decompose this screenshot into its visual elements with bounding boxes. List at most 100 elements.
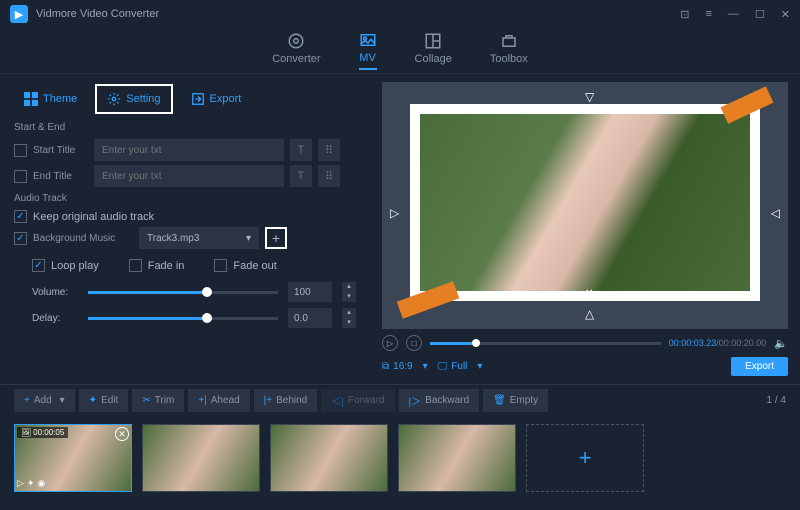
handle-bottom[interactable]: △ (585, 307, 594, 321)
fadein-label: Fade in (148, 260, 185, 272)
gear-icon (107, 92, 121, 106)
chevron-down-icon: ▾ (477, 361, 482, 372)
keep-audio-row: Keep original audio track (14, 210, 356, 223)
delay-stepper[interactable]: ▴▾ (342, 308, 356, 328)
remove-clip-button[interactable]: ✕ (115, 427, 129, 441)
loop-checkbox[interactable] (32, 259, 45, 272)
bg-music-dropdown[interactable]: Track3.mp3 ▾ (139, 227, 259, 249)
tab-label: Theme (43, 93, 77, 105)
tab-setting[interactable]: Setting (95, 84, 172, 114)
scissors-icon: ✂ (142, 395, 150, 406)
star-icon[interactable]: ✦ (27, 478, 35, 489)
end-title-label: End Title (33, 171, 88, 182)
end-title-input[interactable] (94, 165, 284, 187)
volume-slider[interactable] (88, 291, 278, 294)
feedback-icon[interactable]: ⊡ (680, 8, 689, 21)
clip-thumbnail[interactable] (270, 424, 388, 492)
bg-music-label: Background Music (33, 233, 133, 244)
close-handle[interactable]: ✕ (585, 288, 593, 299)
play-button[interactable]: ▷ (382, 335, 398, 351)
volume-stepper[interactable]: ▴▾ (342, 282, 356, 302)
delay-slider[interactable] (88, 317, 278, 320)
chevron-down-icon: ▾ (246, 233, 251, 244)
delay-value[interactable]: 0.0 (288, 308, 332, 328)
nav-toolbox[interactable]: Toolbox (490, 32, 528, 69)
text-options-button[interactable]: ⠿ (318, 139, 340, 161)
clip-toolbar: +Add▾ ✦Edit ✂Trim +|Ahead |+Behind ＜|For… (0, 384, 800, 416)
text-options-button[interactable]: ⠿ (318, 165, 340, 187)
chevron-down-icon: ▾ (60, 395, 65, 406)
maximize-icon[interactable]: ☐ (755, 8, 765, 21)
edit-button[interactable]: ✦Edit (79, 389, 129, 412)
nav-mv[interactable]: MV (359, 31, 377, 70)
timeline-slider[interactable] (430, 342, 661, 345)
bg-music-value: Track3.mp3 (147, 233, 199, 244)
end-title-checkbox[interactable] (14, 170, 27, 183)
nav-converter[interactable]: Converter (272, 32, 320, 69)
thumb-image (271, 425, 387, 491)
mv-icon (359, 31, 377, 49)
ahead-button[interactable]: +|Ahead (188, 389, 249, 412)
tab-export[interactable]: Export (181, 86, 252, 112)
handle-left[interactable]: ▷ (390, 206, 399, 220)
behind-button[interactable]: |+Behind (254, 389, 318, 412)
start-title-checkbox[interactable] (14, 144, 27, 157)
top-nav: Converter MV Collage Toolbox (0, 28, 800, 74)
screen-size-select[interactable]: 🖵Full▾ (438, 361, 483, 372)
menu-icon[interactable]: ≡ (705, 8, 711, 21)
text-style-button[interactable]: T (290, 139, 312, 161)
trim-button[interactable]: ✂Trim (132, 389, 184, 412)
text-style-button[interactable]: T (290, 165, 312, 187)
aspect-ratio-select[interactable]: ⧉16:9▾ (382, 361, 428, 372)
backward-button[interactable]: |＞Backward (399, 389, 480, 412)
minimize-icon[interactable]: — (728, 8, 739, 21)
clip-thumbnail[interactable] (142, 424, 260, 492)
add-button[interactable]: +Add▾ (14, 389, 75, 412)
thumbnails: 🖼00:00:05 ✕ ▷✦◉ + (0, 416, 800, 500)
delay-label: Delay: (32, 313, 78, 324)
volume-icon[interactable]: 🔈 (774, 337, 788, 350)
add-music-button[interactable]: + (265, 227, 287, 249)
tab-label: Export (210, 93, 242, 105)
main-area: Theme Setting Export Start & End Start T… (0, 74, 800, 384)
handle-top[interactable]: ▽ (585, 90, 594, 104)
preview-canvas[interactable]: ▷ ◁ ▽ △ ✕ (382, 82, 788, 329)
page-indicator: 1 / 4 (767, 389, 786, 412)
section-audio: Audio Track (14, 193, 356, 204)
time-display: 00:00:03.23/00:00:20.00 (669, 338, 767, 348)
chevron-down-icon: ▾ (423, 361, 428, 372)
bg-music-checkbox[interactable] (14, 232, 27, 245)
tab-theme[interactable]: Theme (14, 86, 87, 112)
fadeout-checkbox[interactable] (214, 259, 227, 272)
fadein-checkbox[interactable] (129, 259, 142, 272)
start-title-row: Start Title T ⠿ (14, 139, 356, 161)
close-icon[interactable]: ✕ (781, 8, 790, 21)
eye-icon[interactable]: ◉ (37, 478, 45, 489)
toolbox-icon (500, 32, 518, 50)
empty-button[interactable]: 🗑Empty (483, 389, 548, 412)
clip-thumbnail[interactable] (398, 424, 516, 492)
section-start-end: Start & End (14, 122, 356, 133)
nav-label: MV (359, 52, 376, 64)
bg-music-row: Background Music Track3.mp3 ▾ + (14, 227, 356, 249)
trash-icon: 🗑 (493, 395, 506, 406)
handle-right[interactable]: ◁ (771, 206, 780, 220)
stop-button[interactable]: □ (406, 335, 422, 351)
play-icon[interactable]: ▷ (17, 478, 24, 489)
converter-icon (287, 32, 305, 50)
add-clip-button[interactable]: + (526, 424, 644, 492)
backward-icon: |＞ (409, 393, 422, 408)
keep-audio-checkbox[interactable] (14, 210, 27, 223)
start-title-input[interactable] (94, 139, 284, 161)
forward-button[interactable]: ＜|Forward (321, 389, 394, 412)
nav-collage[interactable]: Collage (415, 32, 452, 69)
plus-icon: + (24, 395, 30, 406)
export-button[interactable]: Export (731, 357, 788, 376)
keep-audio-label: Keep original audio track (33, 211, 154, 223)
volume-value[interactable]: 100 (288, 282, 332, 302)
photo-content (420, 114, 750, 291)
clip-thumbnail[interactable]: 🖼00:00:05 ✕ ▷✦◉ (14, 424, 132, 492)
tab-label: Setting (126, 93, 160, 105)
end-title-row: End Title T ⠿ (14, 165, 356, 187)
nav-label: Collage (415, 53, 452, 65)
